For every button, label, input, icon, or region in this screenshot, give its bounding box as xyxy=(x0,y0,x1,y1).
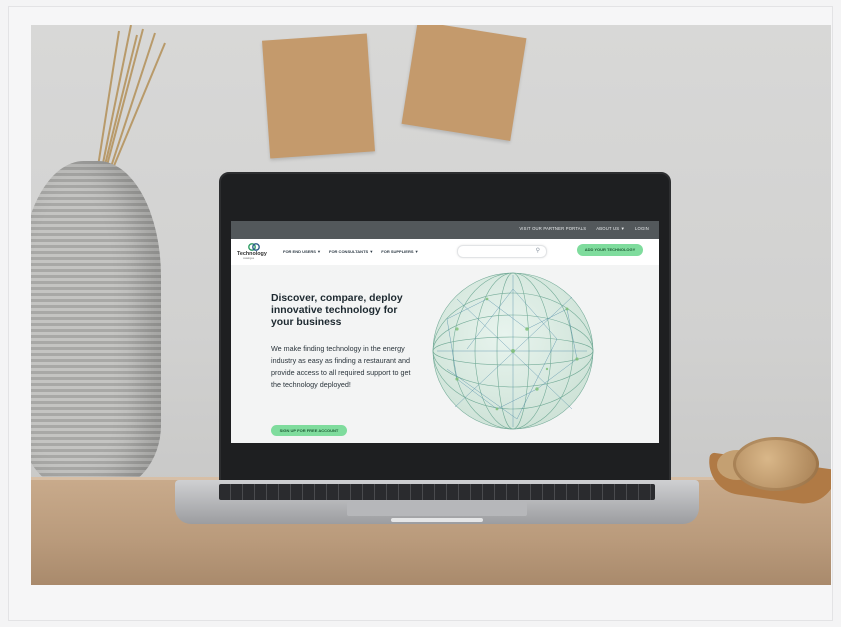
main-menu: FOR END USERS ▼ FOR CONSULTANTS ▼ FOR SU… xyxy=(283,249,419,254)
image-frame: VISIT OUR PARTNER PORTALS ABOUT US ▼ LOG… xyxy=(8,6,833,621)
chevron-down-icon: ▼ xyxy=(414,249,419,254)
menu-item-consultants[interactable]: FOR CONSULTANTS ▼ xyxy=(329,249,373,254)
cookie xyxy=(733,437,819,491)
workspace-photo: VISIT OUR PARTNER PORTALS ABOUT US ▼ LOG… xyxy=(31,25,831,585)
login-link[interactable]: LOGIN xyxy=(635,226,649,231)
website-navbar: Technology catalogue FOR END USERS ▼ FOR… xyxy=(231,239,659,265)
hero-description: We make finding technology in the energy… xyxy=(271,344,411,389)
chevron-down-icon: ▼ xyxy=(620,226,625,231)
about-us-link[interactable]: ABOUT US ▼ xyxy=(596,226,625,231)
laptop-display: VISIT OUR PARTNER PORTALS ABOUT US ▼ LOG… xyxy=(231,221,659,443)
laptop-keyboard xyxy=(219,484,655,500)
hero-title: Discover, compare, deploy innovative tec… xyxy=(271,293,403,329)
chevron-down-icon: ▼ xyxy=(369,249,374,254)
add-technology-button[interactable]: ADD YOUR TECHNOLOGY xyxy=(577,244,643,256)
website-topbar: VISIT OUR PARTNER PORTALS ABOUT US ▼ LOG… xyxy=(231,221,659,239)
logo-mark-icon xyxy=(248,243,260,251)
dried-grass-decoration xyxy=(96,25,166,174)
site-logo[interactable]: Technology catalogue xyxy=(237,243,271,261)
laptop-screen-bezel: VISIT OUR PARTNER PORTALS ABOUT US ▼ LOG… xyxy=(219,172,671,484)
network-globe-graphic xyxy=(432,272,594,430)
sticky-note xyxy=(262,33,375,159)
signup-button[interactable]: SIGN UP FOR FREE ACCOUNT xyxy=(271,425,347,436)
laptop-trackpad xyxy=(347,502,527,516)
laptop-front-lip xyxy=(391,518,483,522)
vase xyxy=(31,161,161,491)
chevron-down-icon: ▼ xyxy=(317,249,321,254)
laptop-base xyxy=(175,480,699,524)
search-icon[interactable]: ⚲ xyxy=(536,247,540,254)
menu-item-end-users[interactable]: FOR END USERS ▼ xyxy=(283,249,321,254)
partner-portals-link[interactable]: VISIT OUR PARTNER PORTALS xyxy=(519,226,586,231)
sticky-note xyxy=(401,25,527,141)
menu-item-suppliers[interactable]: FOR SUPPLIERS ▼ xyxy=(381,249,418,254)
logo-tagline: catalogue xyxy=(243,257,255,260)
search-input[interactable]: ⚲ xyxy=(457,245,547,258)
